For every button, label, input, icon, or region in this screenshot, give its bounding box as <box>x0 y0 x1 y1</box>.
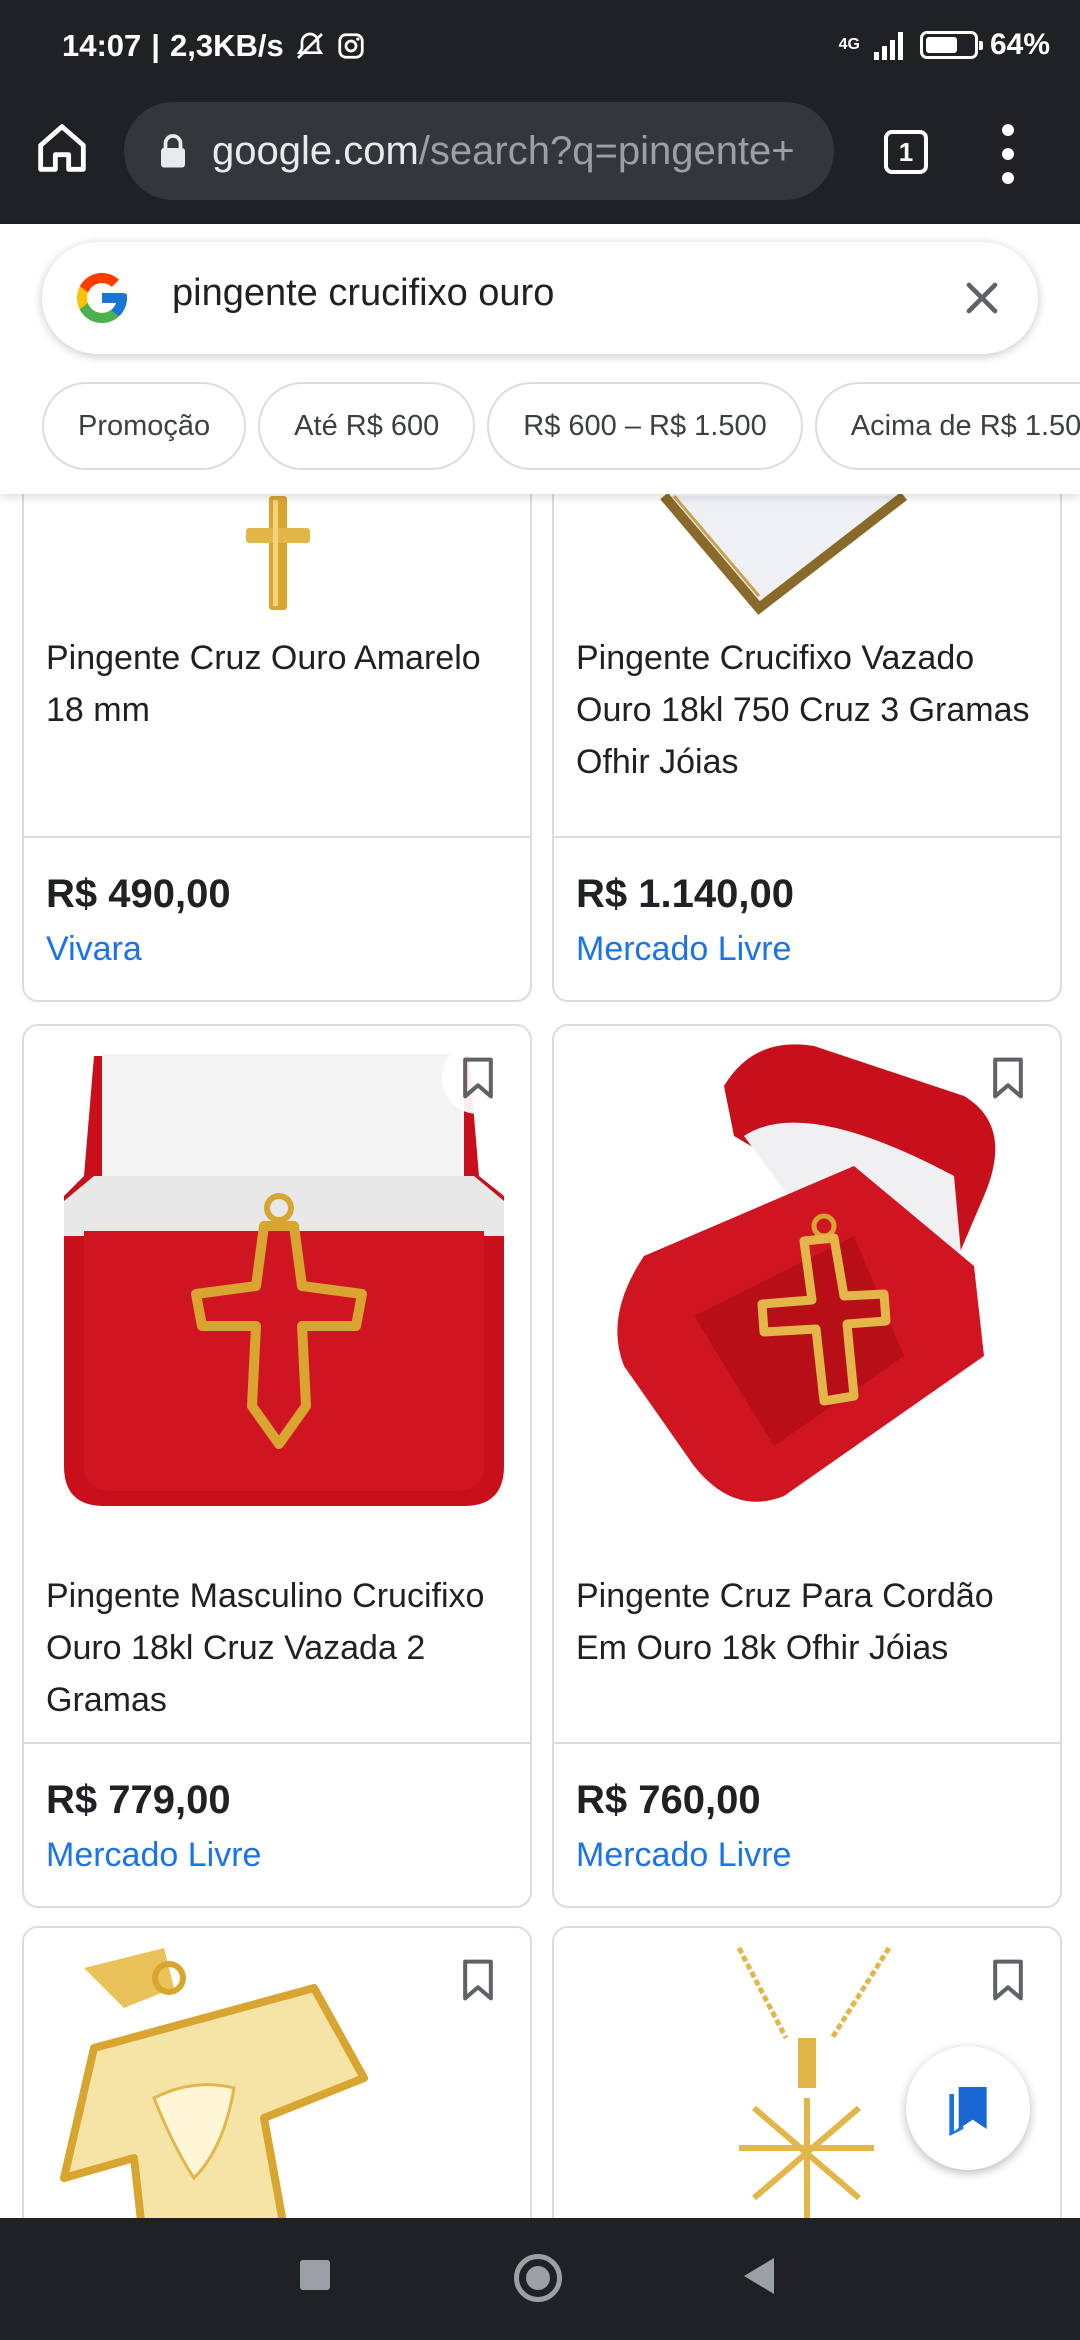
system-nav-bar <box>0 2218 1080 2340</box>
status-right: 4G 64% <box>839 28 1050 62</box>
network-type: 4G <box>838 36 860 53</box>
divider <box>554 836 1060 838</box>
url-text: google.com/search?q=pingente+ <box>212 129 795 174</box>
bell-off-icon <box>296 32 323 59</box>
jewelry-box-image <box>660 494 908 615</box>
product-store[interactable]: Mercado Livre <box>576 1836 791 1875</box>
status-speed: 2,3KB/s <box>169 28 284 63</box>
instagram-icon <box>338 33 364 59</box>
signal-icon <box>873 32 903 60</box>
battery-percent: 64% <box>989 28 1050 61</box>
product-store[interactable]: Vivara <box>46 930 142 969</box>
bookmark-button[interactable] <box>972 1944 1044 2016</box>
menu-dot <box>1002 124 1014 136</box>
chip-600-1500[interactable]: R$ 600 – R$ 1.500 <box>487 382 803 470</box>
home-nav-button[interactable] <box>514 2254 562 2302</box>
chip-acima-1500[interactable]: Acima de R$ 1.500 <box>814 382 1080 470</box>
bookmark-icon <box>463 1057 493 1099</box>
product-card[interactable]: Pingente Masculino Crucifixo Ouro 18kl C… <box>22 1024 532 1908</box>
product-card[interactable] <box>22 1926 532 2218</box>
status-time: 14:07 <box>62 28 142 63</box>
product-image <box>24 1928 530 2218</box>
filter-chips: Promoção Até R$ 600 R$ 600 – R$ 1.500 Ac… <box>42 382 1080 470</box>
product-price: R$ 779,00 <box>46 1778 231 1822</box>
product-image <box>24 1026 530 1526</box>
bookmark-icon <box>993 1959 1023 2001</box>
tab-switcher-button[interactable]: 1 <box>884 130 928 174</box>
search-header: pingente crucifixo ouro Promoção Até R$ … <box>0 224 1080 494</box>
status-left: 14:07 | 2,3KB/s <box>62 28 366 64</box>
url-domain: google.com <box>212 128 419 173</box>
menu-dot <box>1002 148 1014 160</box>
saved-collections-button[interactable] <box>906 2046 1030 2170</box>
status-separator: | <box>151 28 160 63</box>
bookmark-button[interactable] <box>442 1944 514 2016</box>
chip-promocao[interactable]: Promoção <box>42 382 247 470</box>
divider <box>24 836 530 838</box>
product-card[interactable]: Pingente Crucifixo Vazado Ouro 18kl 750 … <box>552 494 1062 1002</box>
bookmark-icon <box>463 1959 493 2001</box>
status-bar: 14:07 | 2,3KB/s 4G 64% <box>0 0 1080 94</box>
product-title: Pingente Cruz Para Cordão Em Ouro 18k Of… <box>576 1577 994 1667</box>
gold-cross-image <box>246 496 310 610</box>
battery-icon <box>919 31 983 59</box>
product-store[interactable]: Mercado Livre <box>46 1836 261 1875</box>
product-image <box>554 1026 1060 1526</box>
product-image <box>554 494 1060 616</box>
product-title: Pingente Cruz Ouro Amarelo 18 mm <box>46 639 481 729</box>
recents-button[interactable] <box>300 2260 330 2290</box>
bookmark-icon <box>993 1057 1023 1099</box>
product-title: Pingente Crucifixo Vazado Ouro 18kl 750 … <box>576 639 1030 781</box>
back-button[interactable] <box>744 2258 774 2294</box>
google-logo-icon <box>77 273 127 323</box>
shopping-results: Pingente Cruz Ouro Amarelo 18 mm R$ 490,… <box>0 494 1080 2218</box>
bookmark-button[interactable] <box>442 1042 514 1114</box>
url-path: /search?q=pingente+ <box>418 128 795 173</box>
product-image <box>24 494 530 616</box>
browser-toolbar: google.com/search?q=pingente+ 1 <box>0 94 1080 224</box>
product-price: R$ 1.140,00 <box>576 872 794 916</box>
product-store[interactable]: Mercado Livre <box>576 930 791 969</box>
battery-fill <box>925 37 957 53</box>
product-title: Pingente Masculino Crucifixo Ouro 18kl C… <box>46 1577 485 1719</box>
search-query: pingente crucifixo ouro <box>172 272 555 314</box>
search-box[interactable]: pingente crucifixo ouro <box>42 242 1038 354</box>
product-price: R$ 490,00 <box>46 872 231 916</box>
close-icon <box>966 282 998 314</box>
home-icon <box>38 124 86 172</box>
more-vert-icon[interactable] <box>996 124 1020 184</box>
menu-dot <box>1002 172 1014 184</box>
divider <box>24 1742 530 1744</box>
bookmark-button[interactable] <box>972 1042 1044 1114</box>
tab-count: 1 <box>898 136 914 167</box>
home-button[interactable] <box>30 116 94 180</box>
product-price: R$ 760,00 <box>576 1778 761 1822</box>
collections-icon <box>949 2087 987 2136</box>
lock-icon <box>161 134 185 168</box>
divider <box>554 1742 1060 1744</box>
product-card[interactable]: Pingente Cruz Ouro Amarelo 18 mm R$ 490,… <box>22 494 532 1002</box>
address-bar[interactable]: google.com/search?q=pingente+ <box>124 102 834 200</box>
chip-ate-600[interactable]: Até R$ 600 <box>258 382 476 470</box>
clear-search-button[interactable] <box>956 272 1008 324</box>
product-card[interactable]: Pingente Cruz Para Cordão Em Ouro 18k Of… <box>552 1024 1062 1908</box>
